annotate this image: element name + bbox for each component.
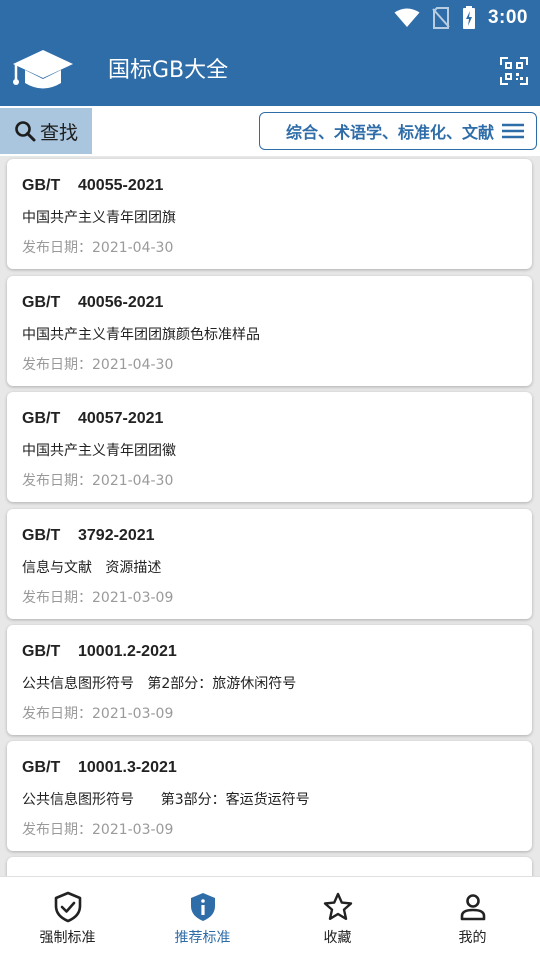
nav-favorites[interactable]: 收藏 [270, 877, 405, 960]
nav-profile[interactable]: 我的 [405, 877, 540, 960]
standard-card-partial[interactable] [7, 857, 532, 876]
status-time: 3:00 [487, 7, 528, 28]
standard-name: 中国共产主义青年团团徽 [22, 443, 176, 459]
release-date: 发布日期：2021-03-09 [22, 822, 174, 838]
standard-card[interactable]: GB/T 10001.2-2021 公共信息图形符号 第2部分：旅游休闲符号 发… [7, 625, 532, 735]
battery-charging-icon [462, 6, 475, 29]
status-bar: 3:00 [0, 0, 540, 36]
standard-name: 公共信息图形符号 第3部分：客运货运符号 [22, 792, 310, 808]
shield-info-icon [190, 893, 215, 921]
person-icon [460, 894, 485, 921]
standard-code: GB/T 3792-2021 [22, 527, 155, 544]
star-icon [323, 892, 352, 920]
standard-name: 中国共产主义青年团团旗 [22, 210, 176, 226]
release-date: 发布日期：2021-04-30 [22, 240, 174, 256]
search-label: 查找 [39, 121, 78, 144]
filter-toolbar: 查找 综合、术语学、标准化、文献 [0, 106, 540, 156]
no-sim-icon [432, 7, 450, 29]
release-date: 发布日期：2021-03-09 [22, 590, 174, 606]
release-date: 发布日期：2021-04-30 [22, 357, 174, 373]
category-selector[interactable]: 综合、术语学、标准化、文献 [259, 112, 537, 150]
standard-code: GB/T 40057-2021 [22, 410, 164, 427]
search-button[interactable]: 查找 [0, 108, 92, 154]
nav-label: 我的 [458, 930, 487, 946]
standard-code: GB/T 10001.3-2021 [22, 759, 177, 776]
qr-scan-icon[interactable] [500, 57, 528, 85]
bottom-nav: 强制标准 推荐标准 收藏 我的 [0, 876, 540, 960]
standard-code: GB/T 40056-2021 [22, 294, 164, 311]
standard-code: GB/T 10001.2-2021 [22, 643, 177, 660]
menu-icon [502, 123, 524, 139]
standard-name: 信息与文献 资源描述 [22, 560, 162, 576]
standard-name: 中国共产主义青年团团旗颜色标准样品 [22, 327, 260, 343]
category-label: 综合、术语学、标准化、文献 [285, 123, 494, 142]
standards-list[interactable]: GB/T 40055-2021 中国共产主义青年团团旗 发布日期：2021-04… [0, 156, 540, 876]
shield-check-icon [54, 891, 81, 923]
standard-card[interactable]: GB/T 3792-2021 信息与文献 资源描述 发布日期：2021-03-0… [7, 509, 532, 619]
release-date: 发布日期：2021-04-30 [22, 473, 174, 489]
standard-card[interactable]: GB/T 40057-2021 中国共产主义青年团团徽 发布日期：2021-04… [7, 392, 532, 502]
standard-card[interactable]: GB/T 10001.3-2021 公共信息图形符号 第3部分：客运货运符号 发… [7, 741, 532, 851]
wifi-icon [394, 8, 420, 27]
nav-label: 推荐标准 [174, 930, 231, 946]
nav-mandatory-standards[interactable]: 强制标准 [0, 877, 135, 960]
nav-label: 强制标准 [39, 930, 96, 946]
standard-name: 公共信息图形符号 第2部分：旅游休闲符号 [22, 676, 297, 692]
release-date: 发布日期：2021-03-09 [22, 706, 174, 722]
nav-label: 收藏 [323, 930, 352, 946]
app-bar: 国标GB大全 [0, 36, 540, 106]
graduation-cap-icon [13, 50, 73, 89]
app-title: 国标GB大全 [108, 58, 229, 83]
standard-card[interactable]: GB/T 40056-2021 中国共产主义青年团团旗颜色标准样品 发布日期：2… [7, 276, 532, 386]
standard-code: GB/T 40055-2021 [22, 177, 164, 194]
nav-recommended-standards[interactable]: 推荐标准 [135, 877, 270, 960]
search-icon [15, 121, 36, 142]
standard-card[interactable]: GB/T 40055-2021 中国共产主义青年团团旗 发布日期：2021-04… [7, 159, 532, 269]
